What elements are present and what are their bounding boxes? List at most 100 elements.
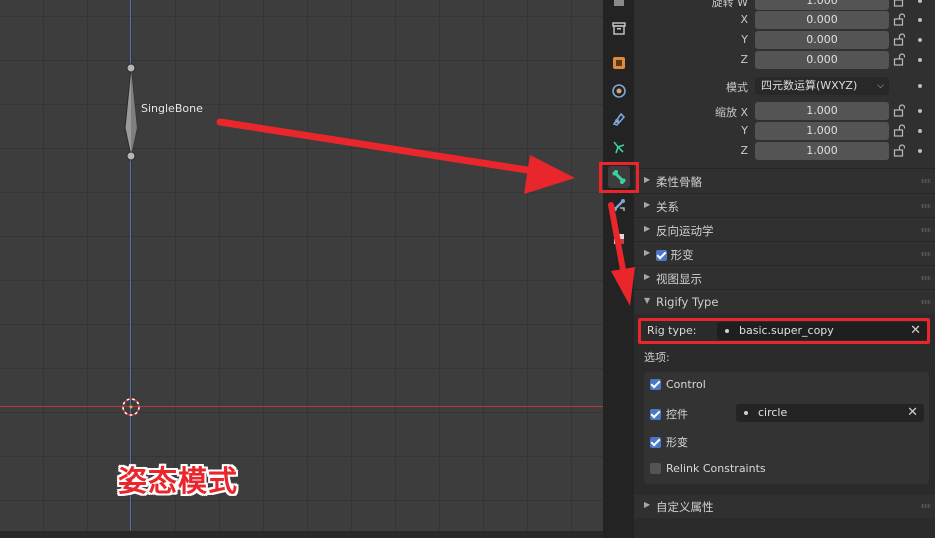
rotation-x-label: X bbox=[740, 13, 748, 26]
keyframe-dot-icon[interactable] bbox=[918, 58, 922, 62]
relink-option[interactable]: Relink Constraints bbox=[650, 462, 766, 482]
chevron-down-icon: ⌵ bbox=[877, 81, 884, 91]
clear-icon[interactable]: ✕ bbox=[910, 322, 921, 340]
viewport-bottom-edge bbox=[0, 531, 603, 538]
panel-relations-label: 关系 bbox=[656, 200, 679, 214]
rotation-z-row: Z 0.000 bbox=[634, 50, 935, 70]
tool-tab[interactable] bbox=[608, 0, 630, 8]
drag-grip-icon[interactable] bbox=[921, 228, 931, 232]
lock-icon[interactable] bbox=[893, 0, 905, 7]
relink-label: Relink Constraints bbox=[666, 462, 766, 475]
rotation-mode-value: 四元数运算(WXYZ) bbox=[761, 79, 858, 92]
panel-rigify-type[interactable]: ▼ Rigify Type bbox=[634, 290, 935, 314]
rig-type-row: Rig type: basic.super_copy ✕ bbox=[638, 318, 930, 344]
rotation-z-label: Z bbox=[740, 53, 748, 66]
keyframe-dot-icon[interactable] bbox=[918, 84, 922, 88]
keyframe-dot-icon[interactable] bbox=[918, 149, 922, 153]
relink-checkbox[interactable] bbox=[650, 463, 661, 474]
scale-x-label: 缩放 X bbox=[714, 106, 748, 119]
panel-viewport-display-label: 视图显示 bbox=[656, 272, 702, 286]
rotation-mode-label: 模式 bbox=[726, 81, 748, 94]
drag-grip-icon[interactable] bbox=[921, 252, 931, 256]
world-icon bbox=[612, 84, 626, 98]
rotation-z-field[interactable]: 0.000 bbox=[755, 51, 889, 69]
unlock-icon[interactable] bbox=[893, 33, 905, 46]
panel-deform-header: 形变 bbox=[656, 247, 694, 263]
drag-grip-icon[interactable] bbox=[921, 504, 931, 508]
keyframe-dot-icon[interactable] bbox=[918, 38, 922, 42]
rotation-y-label: Y bbox=[741, 33, 748, 46]
options-box: Control 控件 circle ✕ 形变 Relink Constraint… bbox=[644, 372, 929, 484]
rotation-mode-row: 模式 四元数运算(WXYZ) ⌵ bbox=[634, 76, 935, 96]
widget-value: circle bbox=[758, 406, 788, 419]
keyframe-dot-icon[interactable] bbox=[918, 18, 922, 22]
panel-viewport-display[interactable]: ▶ 视图显示 bbox=[634, 266, 935, 290]
keyframe-dot-icon[interactable] bbox=[918, 129, 922, 133]
deform-option-label: 形变 bbox=[666, 436, 688, 449]
rotation-y-field[interactable]: 0.000 bbox=[755, 31, 889, 49]
panel-inverse-kinematics[interactable]: ▶ 反向运动学 bbox=[634, 218, 935, 242]
collapsed-arrow-icon: ▶ bbox=[644, 224, 651, 233]
render-tab[interactable] bbox=[608, 17, 630, 39]
unlock-icon[interactable] bbox=[893, 124, 905, 137]
options-label: 选项: bbox=[644, 351, 670, 364]
scale-y-field[interactable]: 1.000 bbox=[755, 122, 889, 140]
unlock-icon[interactable] bbox=[893, 144, 905, 157]
expanded-arrow-icon: ▼ bbox=[644, 296, 651, 305]
panel-ik-label: 反向运动学 bbox=[656, 224, 714, 238]
render-icon bbox=[612, 22, 626, 35]
scale-z-field[interactable]: 1.000 bbox=[755, 142, 889, 160]
unlock-icon[interactable] bbox=[893, 53, 905, 66]
drag-grip-icon[interactable] bbox=[921, 204, 931, 208]
drag-grip-icon[interactable] bbox=[921, 300, 931, 304]
control-option[interactable]: Control bbox=[650, 378, 706, 398]
tool-icon bbox=[614, 0, 624, 6]
3d-viewport[interactable]: SingleBone 姿态模式 bbox=[0, 0, 603, 531]
deform-option-checkbox[interactable] bbox=[650, 437, 661, 448]
bone-name-label: SingleBone bbox=[141, 102, 203, 115]
scene-tab[interactable] bbox=[608, 52, 630, 74]
deform-option[interactable]: 形变 bbox=[650, 434, 688, 454]
keyframe-dot-icon[interactable] bbox=[918, 109, 922, 113]
panel-custom-properties[interactable]: ▶ 自定义属性 bbox=[634, 494, 935, 518]
panel-bottom bbox=[634, 518, 935, 538]
scale-x-field[interactable]: 1.000 bbox=[755, 102, 889, 120]
collapsed-arrow-icon: ▶ bbox=[644, 175, 651, 184]
texture-tab[interactable] bbox=[608, 228, 630, 250]
panel-deform[interactable]: ▶ 形变 bbox=[634, 242, 935, 266]
scale-z-label: Z bbox=[740, 144, 748, 157]
drag-grip-icon[interactable] bbox=[921, 276, 931, 280]
control-label: Control bbox=[666, 378, 706, 391]
object-tab[interactable] bbox=[608, 108, 630, 130]
scale-x-row: 缩放 X 1.000 bbox=[634, 101, 935, 121]
deform-checkbox[interactable] bbox=[656, 250, 667, 261]
rig-type-value: basic.super_copy bbox=[739, 324, 834, 337]
unlock-icon[interactable] bbox=[893, 104, 905, 117]
world-tab[interactable] bbox=[608, 80, 630, 102]
keyframe-dot-icon[interactable] bbox=[918, 0, 922, 3]
clear-icon[interactable]: ✕ bbox=[907, 404, 918, 422]
scene-icon bbox=[613, 57, 625, 69]
rotation-x-field[interactable]: 0.000 bbox=[755, 11, 889, 29]
bone-properties-panel: 旋转 W 1.000 X 0.000 Y 0.000 Z 0.000 模式 四元… bbox=[634, 0, 935, 538]
x-axis-line bbox=[0, 406, 603, 407]
rig-type-search-field[interactable]: basic.super_copy ✕ bbox=[717, 322, 927, 340]
rig-type-label: Rig type: bbox=[647, 324, 697, 337]
widget-option[interactable]: 控件 bbox=[650, 406, 688, 426]
panel-deform-label: 形变 bbox=[670, 248, 694, 262]
control-checkbox[interactable] bbox=[650, 379, 661, 390]
panel-relations[interactable]: ▶ 关系 bbox=[634, 194, 935, 218]
rotation-w-field[interactable]: 1.000 bbox=[755, 0, 889, 10]
rotation-y-row: Y 0.000 bbox=[634, 30, 935, 50]
panel-bendy-bones[interactable]: ▶ 柔性骨骼 bbox=[634, 169, 935, 193]
object-icon bbox=[612, 112, 626, 126]
drag-grip-icon[interactable] bbox=[921, 179, 931, 183]
rotation-mode-select[interactable]: 四元数运算(WXYZ) ⌵ bbox=[755, 77, 889, 95]
unlock-icon[interactable] bbox=[893, 13, 905, 26]
widget-checkbox[interactable] bbox=[650, 409, 661, 420]
armature-data-tab[interactable] bbox=[608, 136, 630, 158]
scale-y-row: Y 1.000 bbox=[634, 121, 935, 141]
collapsed-arrow-icon: ▶ bbox=[644, 500, 651, 509]
widget-search-field[interactable]: circle ✕ bbox=[736, 404, 924, 422]
bone-constraint-tab[interactable] bbox=[608, 194, 630, 216]
